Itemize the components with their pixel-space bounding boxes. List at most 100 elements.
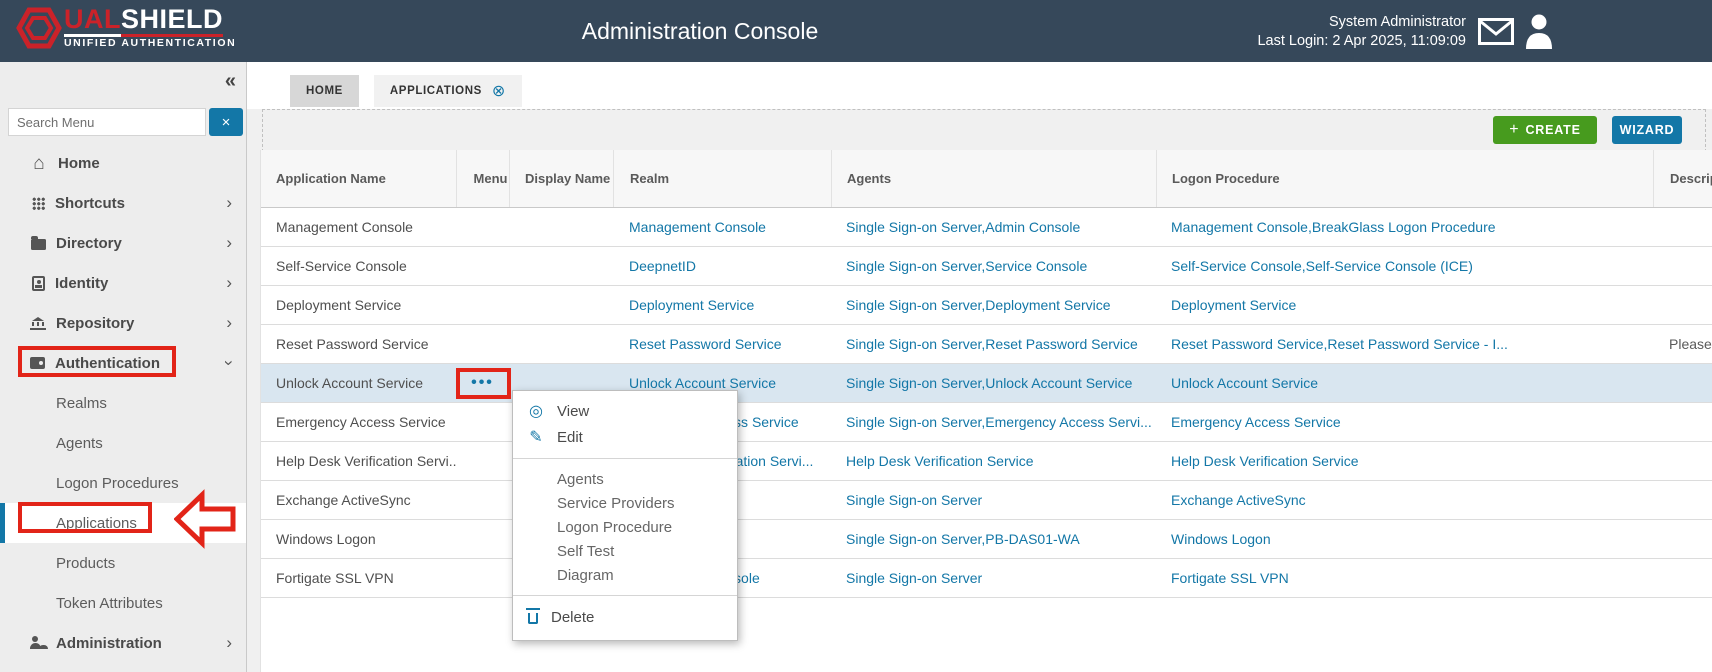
realm-link[interactable]: Management Console <box>629 219 766 235</box>
search-clear-button[interactable]: × <box>209 108 243 136</box>
table-row[interactable]: Management Console Management Console Si… <box>261 208 1712 247</box>
logon-procedure-link[interactable]: Fortigate SSL VPN <box>1171 570 1289 586</box>
sidebar-item[interactable]: Realms <box>0 383 246 423</box>
sidebar-item-label: Repository <box>56 315 134 332</box>
table-row[interactable]: Help Desk Verification Servi... Help Des… <box>261 442 1712 481</box>
table-row[interactable]: Windows Logon Single Sign-on Server,PB-D… <box>261 520 1712 559</box>
agents-link[interactable]: Single Sign-on Server,Service Console <box>846 258 1087 274</box>
agents-link[interactable]: Help Desk Verification Service <box>846 453 1034 469</box>
create-button[interactable]: + CREATE <box>1493 116 1597 144</box>
sidebar-item[interactable]: Token Attributes <box>0 583 246 623</box>
agents-link[interactable]: Single Sign-on Server,Deployment Service <box>846 297 1111 313</box>
sidebar-item-label: Identity <box>55 275 108 292</box>
logon-procedure-link[interactable]: Unlock Account Service <box>1171 375 1318 391</box>
sidebar-item-label: Home <box>58 155 100 172</box>
sidebar-item-label: Authentication <box>55 355 160 372</box>
logon-procedure-link[interactable]: Reset Password Service,Reset Password Se… <box>1171 336 1508 352</box>
table-row[interactable]: Exchange ActiveSync Single Sign-on Serve… <box>261 481 1712 520</box>
realm-link[interactable]: DeepnetID <box>629 258 696 274</box>
context-menu-item-label: Logon Procedure <box>557 519 672 536</box>
logon-procedure-link[interactable]: Management Console,BreakGlass Logon Proc… <box>1171 219 1496 235</box>
sidebar-item-label: Token Attributes <box>56 595 163 612</box>
context-menu-item <box>513 595 737 596</box>
agents-link[interactable]: Single Sign-on Server <box>846 570 982 586</box>
row-actions-button[interactable]: ••• <box>471 374 494 392</box>
context-menu-item-label: Delete <box>551 609 594 626</box>
sidebar-item[interactable]: Identity › <box>0 263 246 303</box>
table-row[interactable]: Self-Service Console DeepnetID Single Si… <box>261 247 1712 286</box>
realm-link[interactable]: Reset Password Service <box>629 336 782 352</box>
wizard-button[interactable]: WIZARD <box>1612 116 1682 144</box>
sidebar-item[interactable]: Logon Procedures <box>0 463 246 503</box>
logon-procedure-link[interactable]: Windows Logon <box>1171 531 1271 547</box>
close-tab-icon[interactable]: ⊗ <box>492 81 506 101</box>
column-header-realm[interactable]: Realm <box>613 150 831 207</box>
application-name: Windows Logon <box>276 531 376 547</box>
sidebar-item[interactable]: Administration › <box>0 623 246 663</box>
user-profile-icon[interactable] <box>1524 13 1554 49</box>
agents-link[interactable]: Single Sign-on Server,PB-DAS01-WA <box>846 531 1080 547</box>
context-menu-item[interactable]: Diagram <box>513 563 737 587</box>
search-input[interactable] <box>8 108 206 136</box>
column-header-display-name[interactable]: Display Name <box>509 150 613 207</box>
tab[interactable]: HOME <box>290 75 359 107</box>
table-row[interactable]: Emergency Access Service Emergency Acces… <box>261 403 1712 442</box>
agents-link[interactable]: Single Sign-on Server,Emergency Access S… <box>846 414 1152 430</box>
sidebar-collapse-icon[interactable]: « <box>225 70 236 93</box>
logon-procedure-link[interactable]: Exchange ActiveSync <box>1171 492 1306 508</box>
sidebar-item-label: Shortcuts <box>55 195 125 212</box>
sidebar-item[interactable]: Applications <box>0 503 246 543</box>
context-menu-item-label: Edit <box>557 429 583 446</box>
context-menu-item[interactable]: View <box>513 398 737 424</box>
tab[interactable]: APPLICATIONS ⊗ <box>374 75 522 107</box>
column-header-application-name[interactable]: Application Name <box>261 150 456 207</box>
folder-icon <box>31 239 46 250</box>
column-header-agents[interactable]: Agents <box>831 150 1156 207</box>
context-menu-item[interactable]: Logon Procedure <box>513 515 737 539</box>
logon-procedure-link[interactable]: Deployment Service <box>1171 297 1296 313</box>
table-row[interactable]: Fortigate SSL VPN Self-Service Console S… <box>261 559 1712 598</box>
column-header-menu[interactable]: Menu <box>456 150 509 207</box>
table-row[interactable]: Reset Password Service Reset Password Se… <box>261 325 1712 364</box>
eye-icon <box>528 401 544 421</box>
agents-link[interactable]: Single Sign-on Server,Reset Password Ser… <box>846 336 1138 352</box>
plus-icon: + <box>1509 121 1519 139</box>
table-header-row: Application Name Menu Display Name Realm… <box>261 150 1712 208</box>
logon-procedure-link[interactable]: Self-Service Console,Self-Service Consol… <box>1171 258 1473 274</box>
sidebar-search: × <box>8 108 243 136</box>
expand-chevron-icon: › <box>226 273 232 293</box>
context-menu-item[interactable]: Delete <box>513 604 737 630</box>
table-row[interactable]: Deployment Service Deployment Service Si… <box>261 286 1712 325</box>
expand-chevron-icon: › <box>226 313 232 333</box>
logon-procedure-link[interactable]: Help Desk Verification Service <box>1171 453 1359 469</box>
sidebar-item[interactable]: Repository › <box>0 303 246 343</box>
table-row[interactable]: Unlock Account Service ••• Unlock Accoun… <box>261 364 1712 403</box>
logon-procedure-link[interactable]: Emergency Access Service <box>1171 414 1341 430</box>
agents-link[interactable]: Single Sign-on Server <box>846 492 982 508</box>
display-name-cell <box>509 286 613 324</box>
column-header-description[interactable]: Description <box>1653 150 1712 207</box>
context-menu-item[interactable]: Self Test <box>513 539 737 563</box>
agents-link[interactable]: Single Sign-on Server,Unlock Account Ser… <box>846 375 1132 391</box>
sidebar-item[interactable]: Products <box>0 543 246 583</box>
realm-link[interactable]: Deployment Service <box>629 297 754 313</box>
sidebar-item[interactable]: Home <box>0 143 246 183</box>
context-menu-item[interactable]: Service Providers <box>513 491 737 515</box>
sidebar-item[interactable]: Shortcuts › <box>0 183 246 223</box>
context-menu-item-label: View <box>557 403 589 420</box>
realm-link[interactable]: Unlock Account Service <box>629 375 776 391</box>
top-header-bar: UALSHIELD UNIFIED AUTHENTICATION Adminis… <box>0 0 1712 62</box>
display-name-cell <box>509 247 613 285</box>
expand-chevron-icon: › <box>226 633 232 653</box>
sidebar-item[interactable]: Directory › <box>0 223 246 263</box>
agents-link[interactable]: Single Sign-on Server,Admin Console <box>846 219 1080 235</box>
column-header-logon-procedure[interactable]: Logon Procedure <box>1156 150 1653 207</box>
sidebar-item[interactable]: Authentication › <box>0 343 246 383</box>
row-context-menu: View Edit Agents Service Providers <box>512 390 738 641</box>
sidebar-item-label: Applications <box>56 515 137 532</box>
context-menu-item[interactable]: Edit <box>513 424 737 450</box>
mail-icon[interactable] <box>1478 18 1514 45</box>
context-menu-item <box>513 458 737 459</box>
context-menu-item[interactable]: Agents <box>513 467 737 491</box>
sidebar-item[interactable]: Agents <box>0 423 246 463</box>
